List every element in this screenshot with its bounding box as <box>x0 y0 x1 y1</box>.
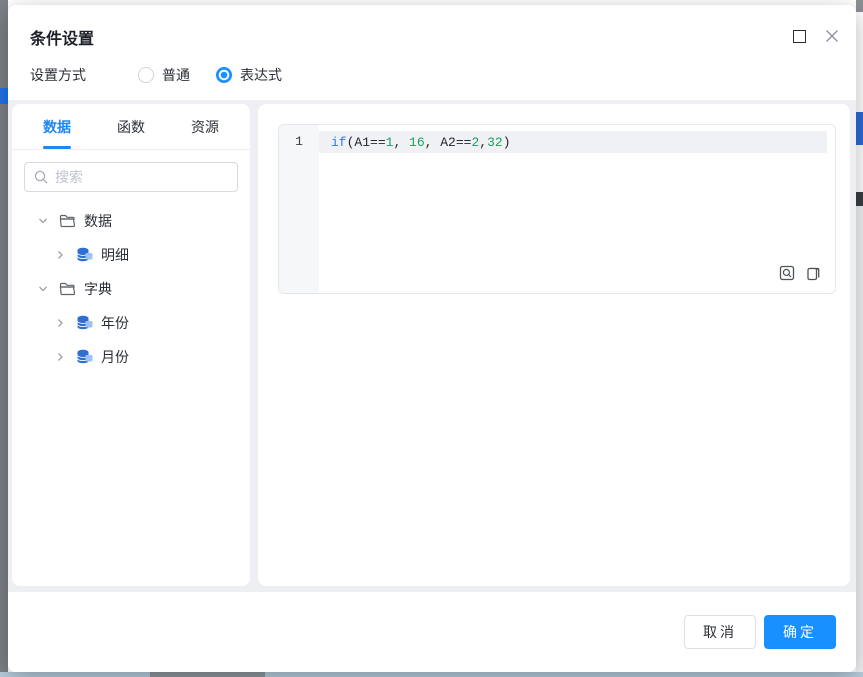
chevron-down-icon[interactable] <box>37 215 49 227</box>
tree-item-label: 月份 <box>101 349 129 365</box>
data-source-panel: 数据 函数 资源 搜索 数据 明细 字典 年份 月份 <box>12 104 250 586</box>
tree-item-table[interactable]: 年份 <box>12 306 250 340</box>
tree-item-folder[interactable]: 数据 <box>12 204 250 238</box>
code-token: , A2== <box>424 135 472 150</box>
background-blue-element <box>0 88 8 104</box>
code-token: 16 <box>409 135 425 150</box>
maximize-icon <box>792 29 806 43</box>
radio-normal-label: 普通 <box>162 67 190 83</box>
dialog-header: 条件设置 设置方式 普通 表达式 <box>8 5 856 100</box>
code-token: (A1== <box>346 135 386 150</box>
tree-item-label: 明细 <box>101 247 129 263</box>
code-token: 32 <box>487 135 503 150</box>
search-icon <box>34 170 48 184</box>
radio-expression[interactable]: 表达式 <box>216 65 282 85</box>
panel-tabs: 数据 函数 资源 <box>12 104 250 150</box>
background-fragment <box>150 672 265 677</box>
code-token: ) <box>502 135 511 150</box>
data-tree: 数据 明细 字典 年份 月份 <box>12 196 250 374</box>
background-fragment <box>856 12 863 112</box>
setting-mode-label: 设置方式 <box>30 67 86 83</box>
dialog-footer: 取消 确定 <box>8 592 856 672</box>
database-icon <box>77 247 93 262</box>
background-fragment <box>856 192 863 206</box>
preview-zoom-icon <box>779 265 795 281</box>
background-page-right-edge <box>856 0 863 672</box>
chevron-right-icon[interactable] <box>54 317 66 329</box>
search-input[interactable] <box>24 162 238 192</box>
radio-expression-label: 表达式 <box>240 67 282 83</box>
background-fragment <box>856 112 863 145</box>
background-page-left-edge <box>0 0 8 672</box>
tab-resource[interactable]: 资源 <box>180 104 230 149</box>
code-line[interactable]: if(A1==1, 16, A2==2,32) <box>331 134 511 151</box>
tree-item-table[interactable]: 明细 <box>12 238 250 272</box>
code-token: , <box>393 135 410 150</box>
tab-data[interactable]: 数据 <box>32 104 82 149</box>
code-editor[interactable]: 1 if(A1==1, 16, A2==2,32) <box>278 124 836 294</box>
setting-mode-row: 设置方式 普通 表达式 <box>30 65 308 85</box>
chevron-right-icon[interactable] <box>54 351 66 363</box>
preview-zoom-button[interactable] <box>779 265 795 281</box>
background-fragment <box>856 145 863 192</box>
tree-item-label: 数据 <box>84 213 112 229</box>
database-icon <box>77 315 93 330</box>
expression-panel: 1 if(A1==1, 16, A2==2,32) <box>258 104 850 586</box>
background-page-bottom-edge <box>0 672 863 677</box>
copy-button[interactable] <box>805 265 821 281</box>
radio-normal[interactable]: 普通 <box>138 65 190 85</box>
code-token: if <box>331 135 347 150</box>
folder-icon <box>59 214 76 228</box>
radio-selected-icon <box>216 67 232 83</box>
database-icon <box>77 349 93 364</box>
cancel-button[interactable]: 取消 <box>684 615 756 649</box>
editor-gutter <box>279 125 319 293</box>
tree-item-table[interactable]: 月份 <box>12 340 250 374</box>
code-token: , <box>479 135 488 150</box>
dialog-title: 条件设置 <box>30 31 95 48</box>
folder-icon <box>59 282 76 296</box>
tree-item-label: 年份 <box>101 315 129 331</box>
close-button[interactable] <box>821 25 843 47</box>
close-icon <box>826 30 838 42</box>
tree-item-folder[interactable]: 字典 <box>12 272 250 306</box>
confirm-button[interactable]: 确定 <box>764 615 836 649</box>
dialog-body: 数据 函数 资源 搜索 数据 明细 字典 年份 月份 1 if(A1==1, 1… <box>8 100 856 592</box>
background-fragment <box>856 0 863 12</box>
condition-settings-dialog: 条件设置 设置方式 普通 表达式 数据 函数 资源 搜索 数据 明细 字典 年份… <box>8 5 856 672</box>
line-number: 1 <box>295 134 303 149</box>
tree-item-label: 字典 <box>84 281 112 297</box>
copy-icon <box>807 267 820 281</box>
chevron-down-icon[interactable] <box>37 283 49 295</box>
radio-unselected-icon <box>138 67 154 83</box>
editor-toolbar <box>779 265 821 281</box>
tab-function[interactable]: 函数 <box>106 104 156 149</box>
search-box <box>24 162 238 192</box>
maximize-button[interactable] <box>788 25 810 47</box>
chevron-right-icon[interactable] <box>54 249 66 261</box>
